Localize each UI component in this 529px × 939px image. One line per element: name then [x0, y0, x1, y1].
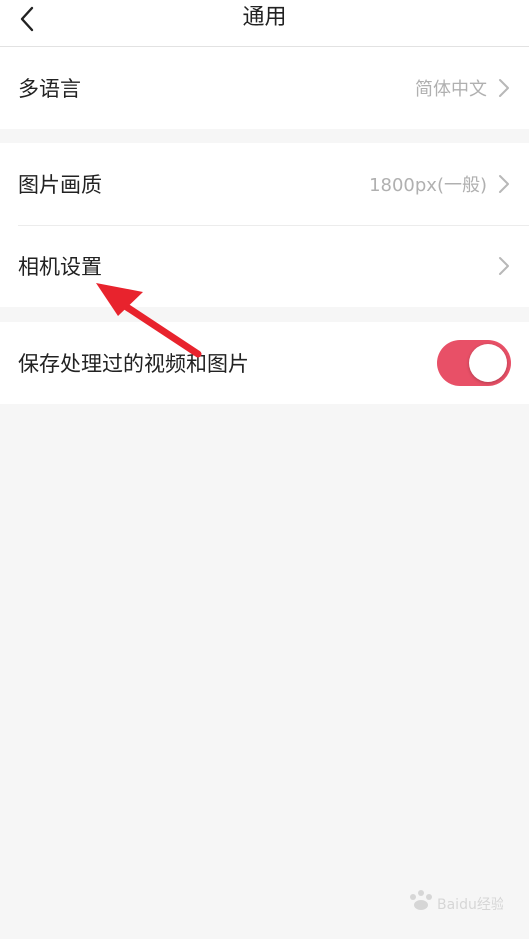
- save-processed-row: 保存处理过的视频和图片: [0, 322, 529, 404]
- settings-group-save: 保存处理过的视频和图片: [0, 322, 529, 404]
- toggle-knob: [469, 344, 507, 382]
- baidu-jingyan-watermark: Baidu经验: [410, 890, 503, 913]
- language-value: 简体中文: [415, 79, 487, 100]
- camera-settings-row[interactable]: 相机设置: [0, 225, 529, 307]
- image-quality-value: 1800px(一般): [369, 175, 487, 196]
- watermark-text: Baidu经验: [437, 897, 503, 913]
- image-quality-row[interactable]: 图片画质 1800px(一般): [0, 143, 529, 225]
- camera-settings-label: 相机设置: [18, 255, 102, 279]
- chevron-right-icon: [495, 254, 513, 278]
- chevron-right-icon: [495, 172, 513, 196]
- language-label: 多语言: [18, 77, 81, 101]
- language-row[interactable]: 多语言 简体中文: [0, 47, 529, 129]
- save-processed-label: 保存处理过的视频和图片: [18, 352, 249, 376]
- image-quality-label: 图片画质: [18, 173, 102, 197]
- settings-group-language: 多语言 简体中文: [0, 47, 529, 129]
- settings-group-media: 图片画质 1800px(一般) 相机设置: [0, 143, 529, 307]
- chevron-right-icon: [495, 76, 513, 100]
- page-title: 通用: [242, 5, 287, 30]
- annotation-arrow: [96, 283, 202, 358]
- save-processed-toggle[interactable]: [437, 340, 511, 386]
- nav-bar: 通用: [0, 0, 529, 47]
